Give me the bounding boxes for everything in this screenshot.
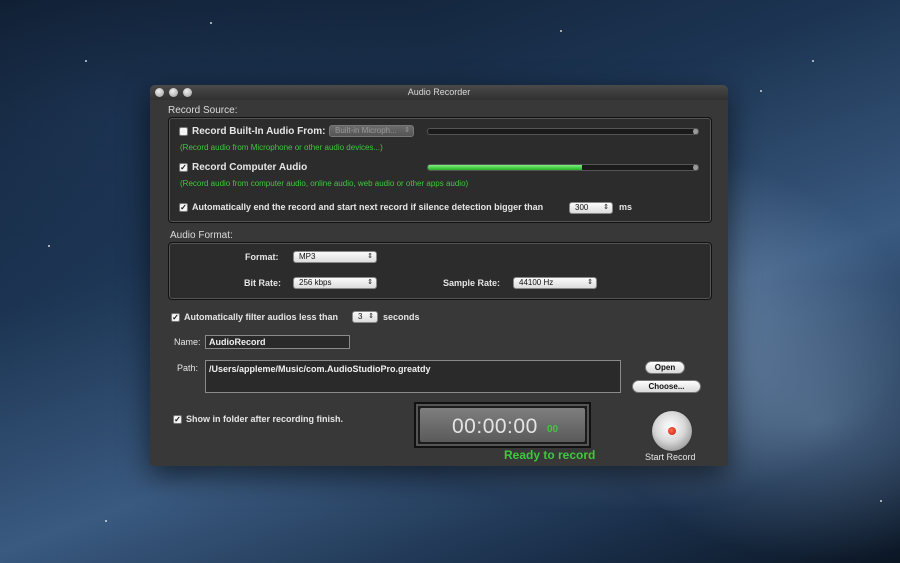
timer-display: 00:00:00 00	[414, 402, 591, 448]
device-select[interactable]: Built-in Microph... ⇕	[329, 125, 414, 137]
record-source-heading: Record Source:	[168, 105, 238, 116]
star	[760, 90, 762, 92]
close-window-button[interactable]	[155, 88, 164, 97]
computer-audio-hint: (Record audio from computer audio, onlin…	[180, 179, 469, 188]
path-label: Path:	[177, 363, 199, 373]
name-label: Name:	[174, 337, 201, 347]
chevron-updown-icon: ⇕	[404, 127, 410, 134]
silence-ms-value: 300	[575, 203, 589, 212]
name-input[interactable]: AudioRecord	[205, 335, 350, 349]
record-source-panel: Record Built-In Audio From: Built-in Mic…	[168, 117, 712, 223]
bitrate-select[interactable]: 256 kbps ⇕	[293, 277, 377, 289]
samplerate-select-value: 44100 Hz	[519, 278, 554, 287]
star	[812, 60, 814, 62]
show-in-folder-checkbox[interactable]: ✓	[173, 415, 182, 424]
star	[105, 520, 107, 522]
meter-knob-icon	[693, 165, 698, 170]
filter-short-checkbox[interactable]: ✓	[171, 313, 180, 322]
filter-seconds-unit: seconds	[383, 312, 420, 322]
builtin-audio-label: Record Built-In Audio From:	[192, 126, 326, 137]
star	[880, 500, 882, 502]
format-select[interactable]: MP3 ⇕	[293, 251, 377, 263]
star	[560, 30, 562, 32]
status-text: Ready to record	[504, 448, 596, 462]
record-dot-icon	[668, 427, 676, 435]
show-in-folder-label: Show in folder after recording finish.	[186, 414, 344, 424]
filter-seconds-stepper[interactable]: 3 ⇕	[352, 311, 378, 323]
chevron-updown-icon: ⇕	[367, 253, 373, 260]
bitrate-select-value: 256 kbps	[299, 278, 332, 287]
silence-ms-stepper[interactable]: 300 ⇕	[569, 202, 613, 214]
start-record-button[interactable]	[652, 411, 692, 451]
start-record-label: Start Record	[645, 452, 696, 462]
zoom-window-button[interactable]	[183, 88, 192, 97]
chevron-updown-icon: ⇕	[368, 313, 374, 320]
meter-knob-icon	[693, 129, 698, 134]
audio-format-heading: Audio Format:	[170, 230, 233, 241]
builtin-level-meter	[427, 128, 699, 135]
computer-audio-label: Record Computer Audio	[192, 162, 308, 173]
computer-level-fill	[428, 165, 582, 170]
audio-format-panel: Format: MP3 ⇕ Bit Rate: 256 kbps ⇕ Sampl…	[168, 242, 712, 300]
filter-short-label: Automatically filter audios less than	[184, 312, 339, 322]
computer-audio-checkbox[interactable]: ✓	[179, 163, 188, 172]
chevron-updown-icon: ⇕	[587, 279, 593, 286]
chevron-updown-icon: ⇕	[367, 279, 373, 286]
computer-level-meter	[427, 164, 699, 171]
star	[210, 22, 212, 24]
star	[85, 60, 87, 62]
bitrate-label: Bit Rate:	[244, 278, 282, 288]
builtin-audio-checkbox[interactable]	[179, 127, 188, 136]
timer-time: 00:00:00	[452, 415, 538, 438]
filter-seconds-value: 3	[358, 312, 363, 321]
path-textarea[interactable]: /Users/appleme/Music/com.AudioStudioPro.…	[205, 360, 621, 393]
format-select-value: MP3	[299, 252, 316, 261]
silence-ms-unit: ms	[619, 202, 633, 212]
samplerate-label: Sample Rate:	[443, 278, 501, 288]
silence-detect-label: Automatically end the record and start n…	[192, 202, 544, 212]
minimize-window-button[interactable]	[169, 88, 178, 97]
open-button[interactable]: Open	[645, 361, 685, 374]
timer-ms: 00	[547, 424, 559, 435]
chevron-updown-icon: ⇕	[603, 204, 609, 211]
timer-screen: 00:00:00 00	[420, 408, 585, 442]
silence-detect-checkbox[interactable]: ✓	[179, 203, 188, 212]
format-label: Format:	[245, 252, 279, 262]
title-bar[interactable]: Audio Recorder	[150, 85, 728, 100]
builtin-audio-hint: (Record audio from Microphone or other a…	[180, 143, 383, 152]
device-select-value: Built-in Microph...	[335, 126, 397, 135]
choose-button[interactable]: Choose...	[632, 380, 701, 393]
samplerate-select[interactable]: 44100 Hz ⇕	[513, 277, 597, 289]
audio-recorder-window: Audio Recorder Record Source: Record Bui…	[150, 85, 728, 466]
window-title: Audio Recorder	[407, 87, 471, 97]
star	[48, 245, 50, 247]
